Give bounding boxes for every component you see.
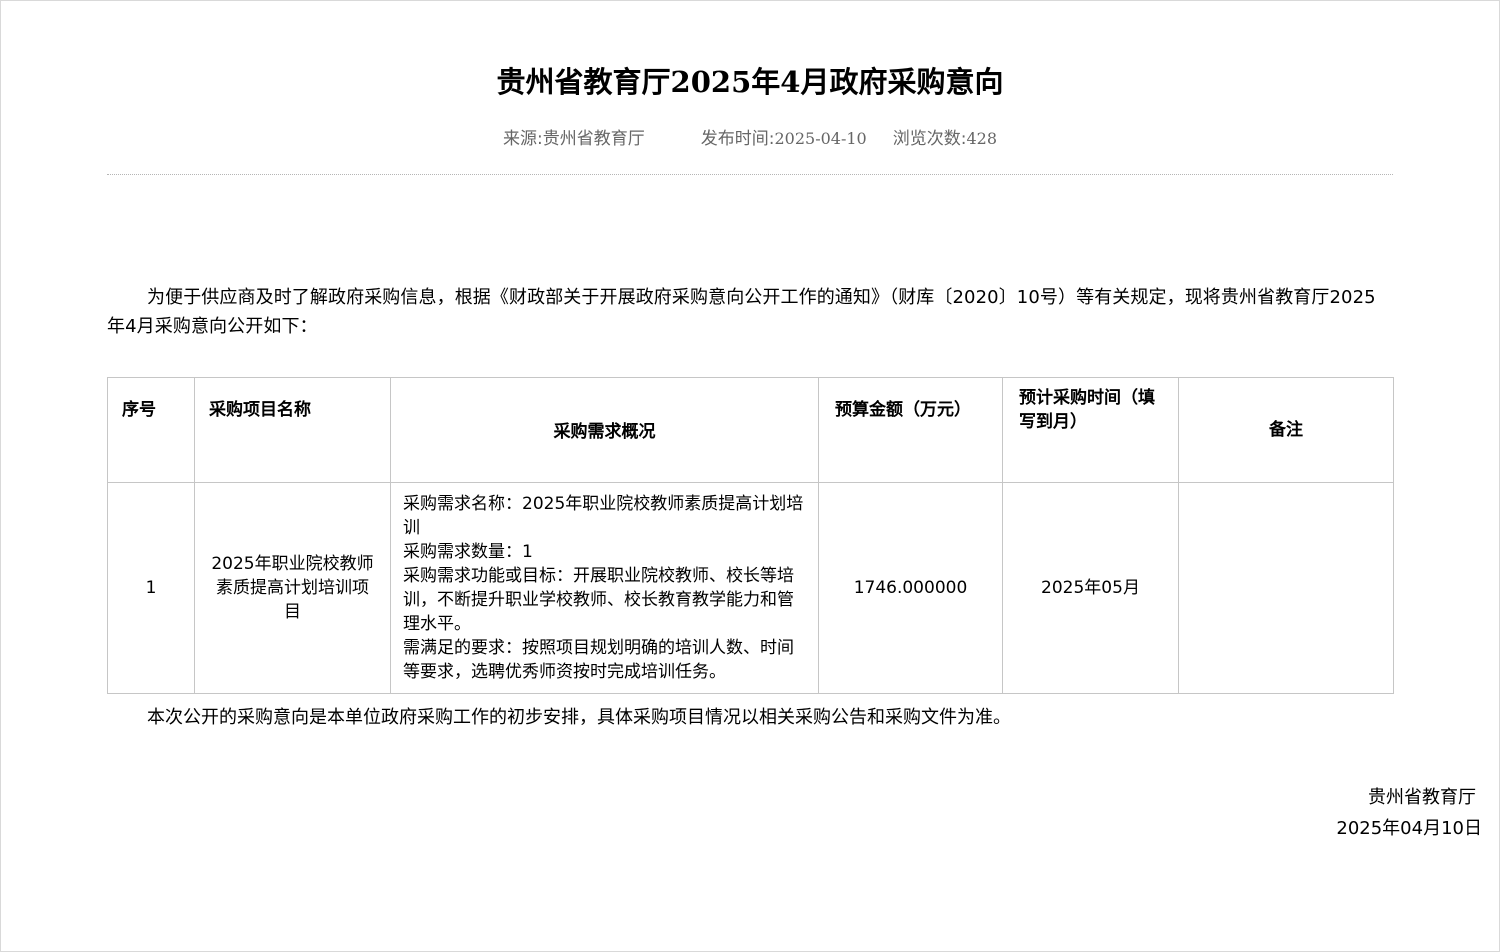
article-meta: 来源:贵州省教育厅 发布时间:2025-04-10 浏览次数:428 <box>107 124 1393 154</box>
cell-demand-overview: 采购需求名称：2025年职业院校教师素质提高计划培训 采购需求数量：1 采购需求… <box>390 482 819 694</box>
demand-goal-line: 采购需求功能或目标：开展职业院校教师、校长等培训，不断提升职业学校教师、校长教育… <box>403 566 794 634</box>
table-header-row: 序号 采购项目名称 采购需求概况 预算金额（万元） 预计采购时间（填写到月） 备… <box>107 377 1394 483</box>
intro-paragraph: 为便于供应商及时了解政府采购信息，根据《财政部关于开展政府采购意向公开工作的通知… <box>107 287 1376 337</box>
demand-name-line: 采购需求名称：2025年职业院校教师素质提高计划培训 <box>403 494 804 538</box>
closing-paragraph: 本次公开的采购意向是本单位政府采购工作的初步安排，具体采购项目情况以相关采购公告… <box>147 707 1011 728</box>
demand-requirement-line: 需满足的要求：按照项目规划明确的培训人数、时间等要求，选聘优秀师资按时完成培训任… <box>403 638 794 682</box>
procurement-intent-table: 序号 采购项目名称 采购需求概况 预算金额（万元） 预计采购时间（填写到月） 备… <box>107 377 1394 694</box>
meta-views: 浏览次数:428 <box>893 124 997 154</box>
cell-expected-time: 2025年05月 <box>1002 482 1179 694</box>
signature-block: 贵州省教育厅 2025年04月10日 <box>1336 782 1482 844</box>
meta-views-value: 428 <box>966 129 997 148</box>
meta-publish-time: 发布时间:2025-04-10 <box>701 124 867 154</box>
article: 贵州省教育厅2025年4月政府采购意向 来源:贵州省教育厅 发布时间:2025-0… <box>107 0 1394 732</box>
cell-seq: 1 <box>107 482 195 694</box>
cell-project-name: 2025年职业院校教师素质提高计划培训项目 <box>194 482 391 694</box>
title-divider <box>107 174 1393 175</box>
meta-views-label: 浏览次数: <box>892 129 967 149</box>
header-remark: 备注 <box>1178 377 1394 483</box>
cell-budget: 1746.000000 <box>818 482 1003 694</box>
meta-publish-label: 发布时间: <box>700 129 775 149</box>
signature-org: 贵州省教育厅 <box>1368 787 1476 808</box>
header-project-name: 采购项目名称 <box>194 377 391 483</box>
page-title: 贵州省教育厅2025年4月政府采购意向 <box>496 65 1004 99</box>
header-expected-time: 预计采购时间（填写到月） <box>1002 377 1179 483</box>
table-row: 1 2025年职业院校教师素质提高计划培训项目 采购需求名称：2025年职业院校… <box>107 482 1394 694</box>
header-budget: 预算金额（万元） <box>818 377 1003 483</box>
meta-source-label: 来源: <box>503 129 543 149</box>
meta-source-value: 贵州省教育厅 <box>542 129 645 149</box>
header-seq: 序号 <box>107 377 195 483</box>
cell-remark <box>1178 482 1394 694</box>
header-demand-overview: 采购需求概况 <box>390 377 819 483</box>
meta-publish-value: 2025-04-10 <box>774 129 867 148</box>
signature-date: 2025年04月10日 <box>1336 818 1482 839</box>
demand-quantity-line: 采购需求数量：1 <box>403 542 533 562</box>
meta-source: 来源:贵州省教育厅 <box>503 124 645 154</box>
